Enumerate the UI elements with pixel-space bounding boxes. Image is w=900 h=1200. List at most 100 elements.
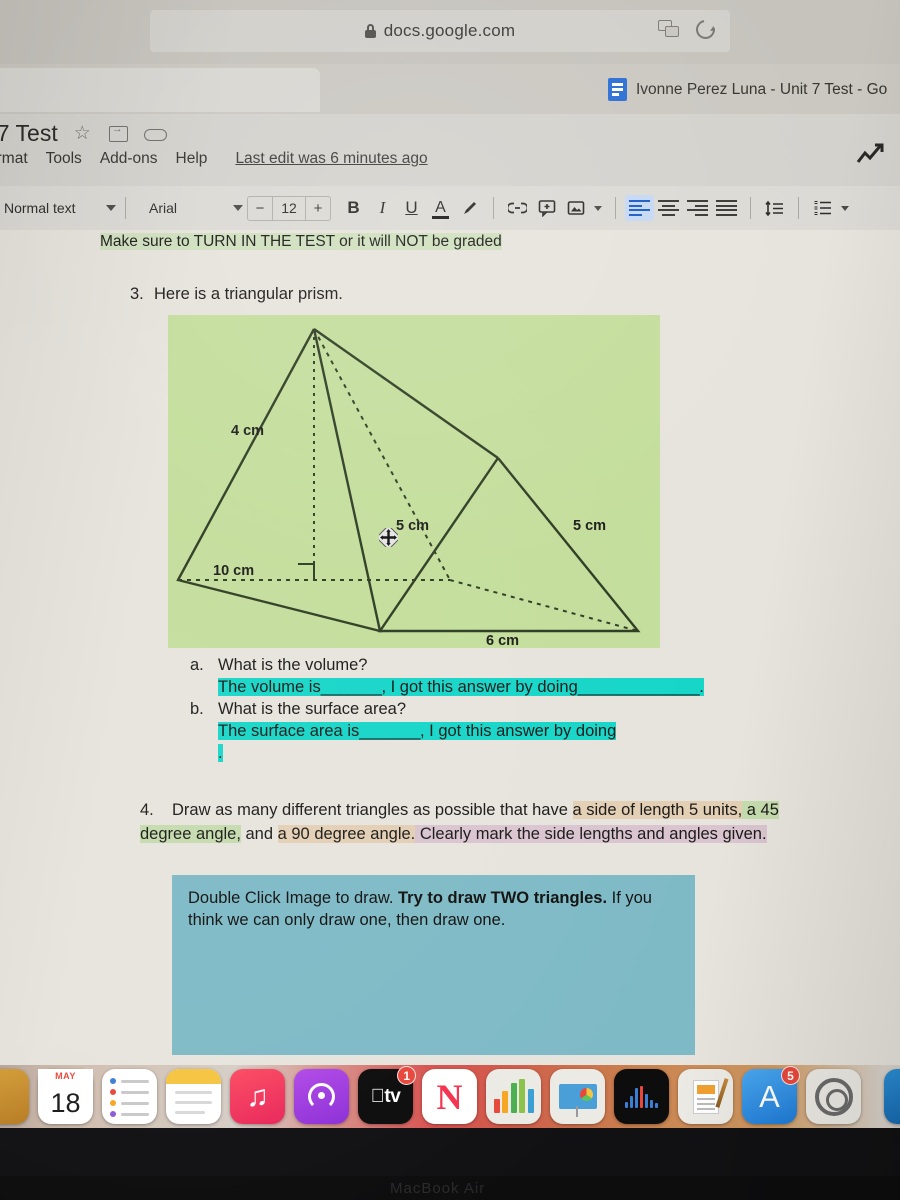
align-justify-icon[interactable] [712,195,741,221]
question-3a-text: What is the volume? [218,656,368,674]
dock-app-apple-tv[interactable]: tv 1 [358,1066,416,1124]
bulleted-list-icon[interactable] [808,194,837,222]
bold-button[interactable]: B [339,194,368,222]
triangular-prism-figure[interactable]: 4 cm 5 cm 5 cm 10 cm 6 cm [168,315,660,648]
label-height: 4 cm [231,423,264,439]
dock-app-pages[interactable] [678,1069,733,1124]
question-3b-label: b. [190,699,204,718]
calendar-month: MAY [38,1069,93,1083]
dock-app-podcasts[interactable] [294,1069,349,1124]
drawing-instruction-bold: Try to draw TWO triangles. [398,889,608,907]
font-size-value[interactable]: 12 [272,195,306,221]
dock-app-keynote[interactable] [550,1069,605,1124]
font-family-dropdown[interactable]: Arial [135,200,243,216]
text-color-letter: A [435,199,446,216]
dock-app-numbers[interactable] [486,1069,541,1124]
answer-3b-pre: The surface area is [218,721,360,740]
question-3b-answer[interactable]: The surface area is_______, I got this a… [190,721,704,743]
move-to-folder-icon[interactable] [108,123,128,142]
dock-app-calendar[interactable]: MAY 18 [38,1069,93,1124]
trending-up-icon[interactable] [856,142,886,164]
dock-app-news[interactable]: N [422,1069,477,1124]
font-size-increase[interactable]: + [306,200,330,217]
add-comment-icon[interactable] [532,194,561,222]
q4-seg-plain-2: and [240,825,278,844]
macos-dock-bar: MAY 18 ♫ tv 1 N [0,1065,900,1135]
dock-app-reminders[interactable] [102,1069,157,1124]
move-handle-icon[interactable] [379,528,398,547]
align-center-icon[interactable] [654,195,683,221]
font-size-stepper[interactable]: − 12 + [247,195,331,221]
menu-item-format[interactable]: ormat [0,150,28,168]
answer-3a-blank1: _______ [320,677,382,696]
chevron-down-icon [106,205,116,211]
dock-app-garageband[interactable] [614,1069,669,1124]
macos-dock: MAY 18 ♫ tv 1 N [0,1065,900,1128]
answer-3b-mid: , I got this answer by doing [419,721,617,740]
chevron-down-icon [233,205,243,211]
turn-in-banner: Make sure to TURN IN THE TEST or it will… [100,233,502,251]
label-slant-right: 5 cm [573,518,606,534]
answer-3a-end: . [699,677,704,696]
laptop-body: MacBook Air [0,1128,900,1200]
music-note-icon: ♫ [246,1079,269,1113]
browser-tab-inactive[interactable] [0,68,320,112]
star-icon[interactable]: ☆ [74,124,93,143]
dock-app-safari[interactable] [806,1069,861,1124]
dock-app-app-store[interactable]: A 5 [742,1066,800,1124]
question-3a-answer[interactable]: The volume is_______, I got this answer … [190,677,704,699]
question-3b-answer-end[interactable]: . [190,743,704,765]
document-title-row: t 7 Test ☆ [0,120,167,147]
reload-icon[interactable] [692,16,719,43]
menu-item-help[interactable]: Help [176,150,208,168]
underline-button[interactable]: U [397,194,426,222]
address-bar[interactable]: docs.google.com [150,10,730,52]
paragraph-style-dropdown[interactable]: Normal text [4,200,116,216]
font-size-decrease[interactable]: − [248,200,272,217]
dock-app-mail[interactable] [884,1069,900,1124]
align-right-icon[interactable] [683,195,712,221]
browser-tab-active[interactable]: Ivonne Perez Luna - Unit 7 Test - Go [608,78,887,101]
chevron-down-icon [841,205,849,211]
answer-3a-mid: , I got this answer by doing [381,677,578,696]
toolbar-divider [750,197,751,219]
line-spacing-icon[interactable] [760,194,789,222]
question-3b-text: What is the surface area? [218,699,407,718]
question-3-heading: 3. Here is a triangular prism. [130,285,343,304]
dock-app-notes[interactable] [166,1069,221,1124]
document-page[interactable]: Make sure to TURN IN THE TEST or it will… [0,230,900,1065]
turn-in-banner-text: Make sure to TURN IN THE TEST or it will… [100,233,502,250]
label-base: 6 cm [486,633,519,648]
menu-item-addons[interactable]: Add-ons [100,150,158,168]
answer-3a-pre: The volume is [218,677,321,696]
text-color-button[interactable]: A [426,194,455,222]
page-title[interactable]: t 7 Test [0,120,58,147]
translate-icon[interactable] [658,20,680,39]
answer-3b-end: . [218,743,223,762]
align-left-icon[interactable] [625,195,654,221]
insert-image-icon[interactable] [561,194,590,222]
last-edit-link[interactable]: Last edit was 6 minutes ago [235,150,427,168]
list-dropdown[interactable] [837,194,853,222]
menu-item-tools[interactable]: Tools [46,150,82,168]
podcast-antenna-icon [308,1083,335,1110]
dock-app-music[interactable]: ♫ [230,1069,285,1124]
apple-tv-label: tv [371,1085,401,1107]
insert-image-dropdown[interactable] [590,194,606,222]
question-3a: a. What is the volume? [190,655,704,677]
highlight-pen-icon[interactable] [455,194,484,222]
toolbar-divider [798,197,799,219]
question-4-number: 4. [140,801,154,819]
q4-seg-plain-1: Draw as many different triangles as poss… [172,801,573,819]
browser-toolbar: docs.google.com [0,0,900,64]
question-3-subparts: a. What is the volume? The volume is_____… [190,655,704,765]
google-docs-icon [608,78,627,101]
cloud-saved-icon[interactable] [143,127,167,141]
app-store-badge: 5 [781,1066,800,1085]
question-3-text: Here is a triangular prism. [154,285,343,303]
insert-link-icon[interactable] [503,194,532,222]
italic-button[interactable]: I [368,194,397,222]
dock-app-finder[interactable] [0,1069,29,1124]
answer-3a-blank2: ______________ [577,677,700,696]
drawing-canvas[interactable]: Double Click Image to draw. Try to draw … [172,875,695,1055]
